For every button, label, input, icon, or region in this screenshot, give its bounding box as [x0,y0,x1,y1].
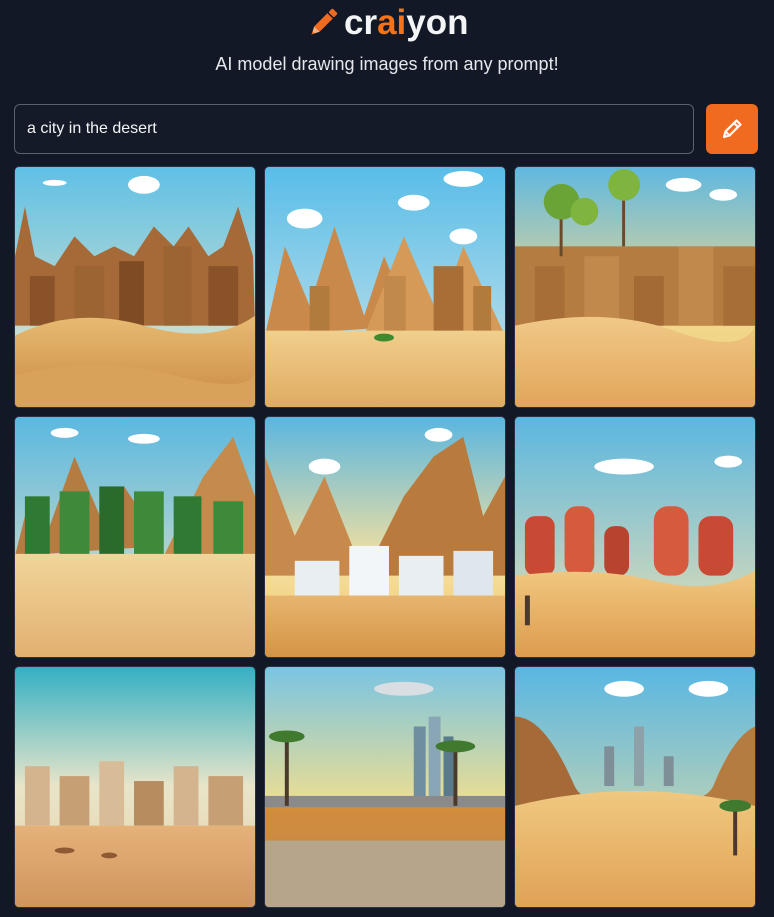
result-image-3[interactable] [514,166,756,408]
result-image-9[interactable] [514,666,756,908]
pencil-logo-icon [311,8,338,35]
result-image-6[interactable] [514,416,756,658]
pencil-icon [722,119,742,139]
result-image-7[interactable] [14,666,256,908]
result-image-4[interactable] [14,416,256,658]
result-image-8[interactable] [264,666,506,908]
search-row [14,104,758,154]
generated-image [515,167,755,407]
header: craiyon AI model drawing images from any… [0,0,774,100]
image-grid [14,166,758,912]
logo-text: craiyon [344,3,469,42]
result-image-2[interactable] [264,166,506,408]
tagline: AI model drawing images from any prompt! [215,54,559,74]
generated-image [515,667,755,907]
generated-image [265,417,505,657]
prompt-input[interactable] [14,104,694,154]
draw-button[interactable] [706,104,758,154]
generated-image [265,167,505,407]
generated-image [15,667,255,907]
generated-image [15,167,255,407]
logo[interactable]: craiyon [304,0,469,46]
result-image-1[interactable] [14,166,256,408]
generated-image [265,667,505,907]
result-image-5[interactable] [264,416,506,658]
generated-image [15,417,255,657]
generated-image [515,417,755,657]
